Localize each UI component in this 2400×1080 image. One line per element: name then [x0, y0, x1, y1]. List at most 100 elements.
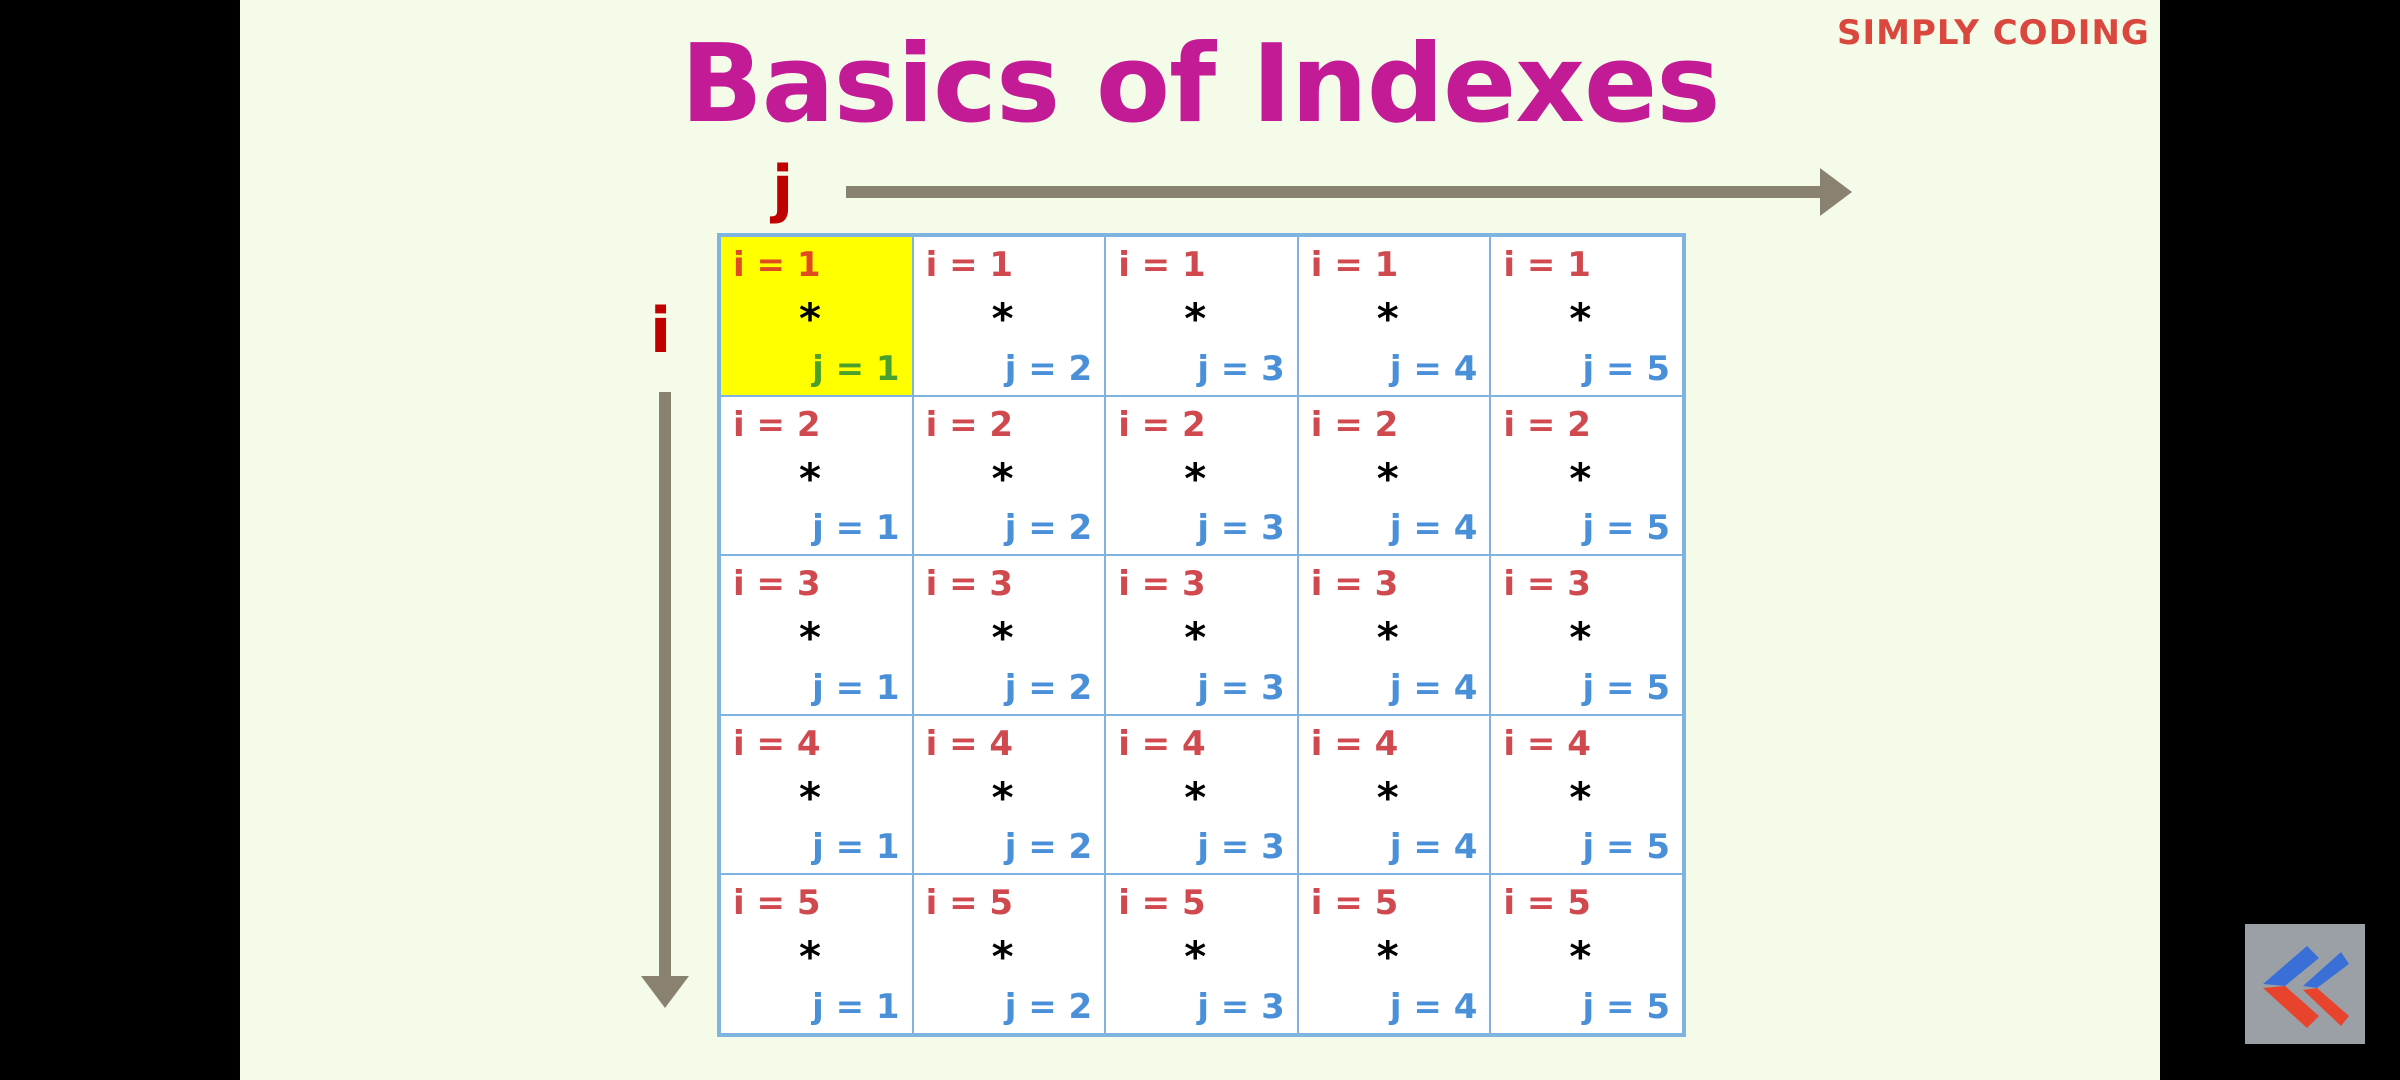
j-arrow-icon: [846, 168, 1852, 216]
cell-j-value: j = 4: [1389, 348, 1478, 389]
cell-star: *: [1376, 294, 1399, 343]
index-grid: i = 1 * j = 1i = 1 * j = 2i = 1 * j = 3i = 1 * j…: [717, 233, 1686, 1037]
cell-j-value: j = 2: [1004, 987, 1093, 1027]
cell-j-value: j = 3: [1197, 508, 1285, 549]
cell-j-value: j = 3: [1197, 827, 1285, 868]
cell-i-value: i = 5: [925, 883, 1014, 924]
cell-j-value: j = 5: [1582, 827, 1670, 868]
cell-j-value: j = 1: [812, 508, 900, 549]
cell-j-value: j = 2: [1004, 827, 1093, 868]
cell-j-value: j = 1: [812, 348, 900, 389]
cell-j-value: j = 5: [1582, 987, 1670, 1027]
cell-i-value: i = 1: [1118, 245, 1206, 285]
cell-i-value: i = 5: [1503, 883, 1591, 924]
cell-j-value: j = 1: [812, 827, 900, 868]
cell-i-value: i = 4: [1310, 723, 1399, 764]
cell-star: *: [1376, 613, 1399, 663]
cell-i-value: i = 4: [925, 723, 1014, 764]
cell-star: *: [1569, 294, 1592, 343]
cell-star: *: [1376, 932, 1399, 982]
grid-cell: i = 4 * j = 4: [1297, 714, 1491, 875]
grid-cell: i = 3 * j = 2: [912, 555, 1106, 715]
grid-cell: i = 2 * j = 3: [1105, 395, 1298, 556]
cell-i-value: i = 2: [1118, 404, 1206, 445]
grid-cell: i = 1 * j = 4: [1297, 236, 1491, 396]
cell-i-value: i = 4: [733, 723, 821, 764]
cell-i-value: i = 1: [1310, 245, 1399, 285]
cell-j-value: j = 3: [1197, 667, 1285, 708]
cell-j-value: j = 5: [1582, 348, 1670, 389]
cell-j-value: j = 5: [1582, 667, 1670, 708]
cell-star: *: [1376, 453, 1399, 503]
cell-i-value: i = 3: [733, 564, 821, 605]
cell-i-value: i = 1: [925, 245, 1014, 285]
cell-i-value: i = 1: [733, 245, 821, 285]
cell-i-value: i = 2: [925, 404, 1014, 445]
grid-cell: i = 1 * j = 2: [912, 236, 1106, 396]
cell-star: *: [1569, 453, 1592, 503]
cell-star: *: [1569, 772, 1592, 822]
grid-cell: i = 3 * j = 3: [1105, 555, 1298, 715]
grid-cell: i = 2 * j = 4: [1297, 395, 1491, 556]
grid-cell: i = 1 * j = 5: [1490, 236, 1683, 396]
cell-star: *: [1569, 613, 1592, 663]
cell-j-value: j = 3: [1197, 987, 1285, 1027]
cell-star: *: [799, 453, 821, 503]
grid-cell: i = 4 * j = 5: [1490, 714, 1683, 875]
slide: Basics of Indexes SIMPLY CODING j i i = …: [240, 0, 2160, 1080]
cell-j-value: j = 2: [1004, 508, 1093, 549]
grid-cell: i = 4 * j = 1: [720, 714, 913, 875]
grid-cell: i = 5 * j = 1: [720, 874, 913, 1034]
cell-star: *: [991, 613, 1014, 663]
grid-cell: i = 4 * j = 2: [912, 714, 1106, 875]
cell-star: *: [1184, 453, 1207, 503]
cell-star: *: [799, 294, 821, 343]
cell-j-value: j = 4: [1389, 827, 1478, 868]
cell-i-value: i = 4: [1118, 723, 1206, 764]
grid-cell: i = 3 * j = 1: [720, 555, 913, 715]
cell-i-value: i = 3: [1118, 564, 1206, 605]
grid-cell: i = 5 * j = 5: [1490, 874, 1683, 1034]
i-arrow-icon: [641, 392, 689, 1008]
cell-j-value: j = 2: [1004, 667, 1093, 708]
cell-j-value: j = 1: [812, 987, 900, 1027]
cell-star: *: [991, 294, 1014, 343]
cell-i-value: i = 5: [733, 883, 821, 924]
grid-cell: i = 3 * j = 4: [1297, 555, 1491, 715]
simply-coding-logo-icon: [2245, 924, 2365, 1044]
cell-j-value: j = 2: [1004, 348, 1093, 389]
cell-j-value: j = 4: [1389, 667, 1478, 708]
cell-i-value: i = 5: [1118, 883, 1206, 924]
grid-cell: i = 4 * j = 3: [1105, 714, 1298, 875]
cell-j-value: j = 5: [1582, 508, 1670, 549]
cell-i-value: i = 3: [1503, 564, 1591, 605]
cell-i-value: i = 4: [1503, 723, 1591, 764]
grid-cell: i = 2 * j = 5: [1490, 395, 1683, 556]
cell-i-value: i = 2: [1310, 404, 1399, 445]
cell-j-value: j = 3: [1197, 348, 1285, 389]
grid-cell: i = 5 * j = 4: [1297, 874, 1491, 1034]
grid-cell: i = 2 * j = 1: [720, 395, 913, 556]
cell-star: *: [1569, 932, 1592, 982]
grid-cell: i = 1 * j = 1: [720, 236, 913, 396]
grid-cell: i = 5 * j = 3: [1105, 874, 1298, 1034]
cell-i-value: i = 1: [1503, 245, 1591, 285]
cell-star: *: [1184, 772, 1207, 822]
cell-star: *: [799, 613, 821, 663]
grid-cell: i = 2 * j = 2: [912, 395, 1106, 556]
cell-star: *: [799, 932, 821, 982]
cell-star: *: [1184, 294, 1207, 343]
cell-i-value: i = 3: [1310, 564, 1399, 605]
cell-star: *: [799, 772, 821, 822]
cell-star: *: [1376, 772, 1399, 822]
cell-i-value: i = 2: [733, 404, 821, 445]
cell-star: *: [991, 772, 1014, 822]
cell-i-value: i = 2: [1503, 404, 1591, 445]
grid-cell: i = 3 * j = 5: [1490, 555, 1683, 715]
cell-i-value: i = 3: [925, 564, 1014, 605]
cell-i-value: i = 5: [1310, 883, 1399, 924]
cell-star: *: [991, 453, 1014, 503]
cell-j-value: j = 1: [812, 667, 900, 708]
cell-j-value: j = 4: [1389, 987, 1478, 1027]
cell-star: *: [1184, 613, 1207, 663]
